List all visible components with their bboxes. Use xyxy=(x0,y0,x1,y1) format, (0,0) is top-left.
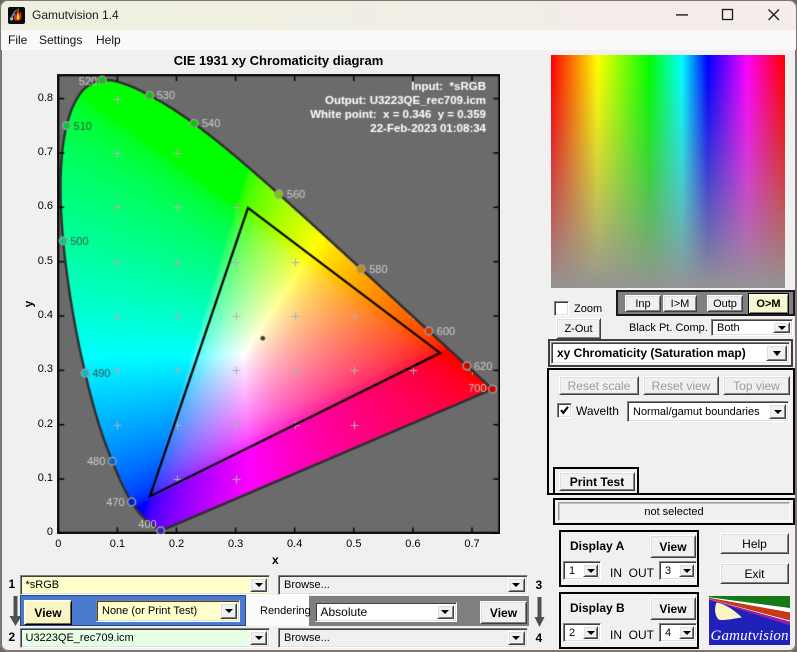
svg-text:Gamutvision: Gamutvision xyxy=(711,628,789,644)
